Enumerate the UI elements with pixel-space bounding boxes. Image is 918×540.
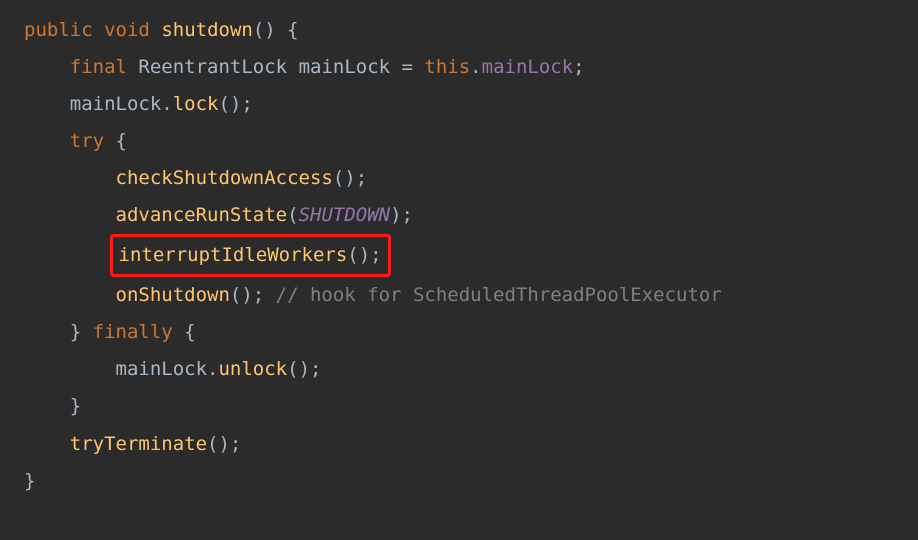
brace-open: { bbox=[104, 130, 127, 152]
call-end: (); bbox=[347, 244, 381, 266]
code-line-2: final ReentrantLock mainLock = this.main… bbox=[24, 49, 894, 86]
keyword-public: public bbox=[24, 19, 93, 41]
highlight-box: interruptIdleWorkers(); bbox=[110, 234, 391, 277]
method-unlock: unlock bbox=[218, 358, 287, 380]
method-lock: lock bbox=[173, 93, 219, 115]
method-tryterminate: tryTerminate bbox=[70, 433, 207, 455]
call-end: ); bbox=[390, 204, 413, 226]
field-mainlock: mainLock bbox=[482, 56, 574, 78]
code-block: public void shutdown() { final Reentrant… bbox=[24, 12, 894, 500]
method-interruptidleworkers: interruptIdleWorkers bbox=[119, 244, 348, 266]
code-line-4: try { bbox=[24, 123, 894, 160]
indent bbox=[24, 204, 116, 226]
call-end: (); bbox=[287, 358, 321, 380]
paren-open: ( bbox=[287, 204, 298, 226]
code-line-1: public void shutdown() { bbox=[24, 12, 894, 49]
code-line-11: } bbox=[24, 388, 894, 425]
keyword-try: try bbox=[70, 130, 104, 152]
semicolon: ; bbox=[573, 56, 584, 78]
code-line-6: advanceRunState(SHUTDOWN); bbox=[24, 197, 894, 234]
call-end: (); bbox=[207, 433, 241, 455]
keyword-void: void bbox=[104, 19, 150, 41]
var-mainlock: mainLock bbox=[299, 56, 391, 78]
method-advancerunstate: advanceRunState bbox=[116, 204, 288, 226]
keyword-finally: finally bbox=[93, 321, 173, 343]
method-checkshutdownaccess: checkShutdownAccess bbox=[116, 167, 333, 189]
call-end: (); bbox=[219, 93, 253, 115]
call-end: (); bbox=[230, 284, 276, 306]
indent bbox=[24, 433, 70, 455]
indent bbox=[24, 284, 116, 306]
indent bbox=[24, 358, 116, 380]
indent bbox=[24, 130, 70, 152]
code-line-8: onShutdown(); // hook for ScheduledThrea… bbox=[24, 277, 894, 314]
indent bbox=[24, 395, 70, 417]
indent bbox=[24, 167, 116, 189]
indent bbox=[24, 321, 70, 343]
code-line-12: tryTerminate(); bbox=[24, 426, 894, 463]
comment: // hook for ScheduledThreadPoolExecutor bbox=[276, 284, 722, 306]
code-line-9: } finally { bbox=[24, 314, 894, 351]
brace-close: } bbox=[70, 321, 93, 343]
method-onshutdown: onShutdown bbox=[116, 284, 230, 306]
code-line-10: mainLock.unlock(); bbox=[24, 351, 894, 388]
dot: . bbox=[161, 93, 172, 115]
keyword-final: final bbox=[70, 56, 127, 78]
keyword-this: this bbox=[424, 56, 470, 78]
brace-open: { bbox=[276, 19, 299, 41]
code-line-7: interruptIdleWorkers(); bbox=[24, 234, 894, 277]
indent bbox=[24, 56, 70, 78]
brace-open: { bbox=[173, 321, 196, 343]
method-shutdown: shutdown bbox=[161, 19, 253, 41]
type-reentrantlock: ReentrantLock bbox=[127, 56, 299, 78]
indent bbox=[24, 93, 70, 115]
brace-close: } bbox=[24, 470, 35, 492]
op-assign: = bbox=[390, 56, 424, 78]
parens: () bbox=[253, 19, 276, 41]
brace-close: } bbox=[70, 395, 81, 417]
var-mainlock: mainLock bbox=[70, 93, 162, 115]
var-mainlock: mainLock bbox=[116, 358, 208, 380]
dot: . bbox=[207, 358, 218, 380]
indent bbox=[24, 244, 116, 266]
call-end: (); bbox=[333, 167, 367, 189]
code-line-3: mainLock.lock(); bbox=[24, 86, 894, 123]
dot: . bbox=[470, 56, 481, 78]
code-line-5: checkShutdownAccess(); bbox=[24, 160, 894, 197]
code-line-13: } bbox=[24, 463, 894, 500]
const-shutdown: SHUTDOWN bbox=[299, 204, 391, 226]
